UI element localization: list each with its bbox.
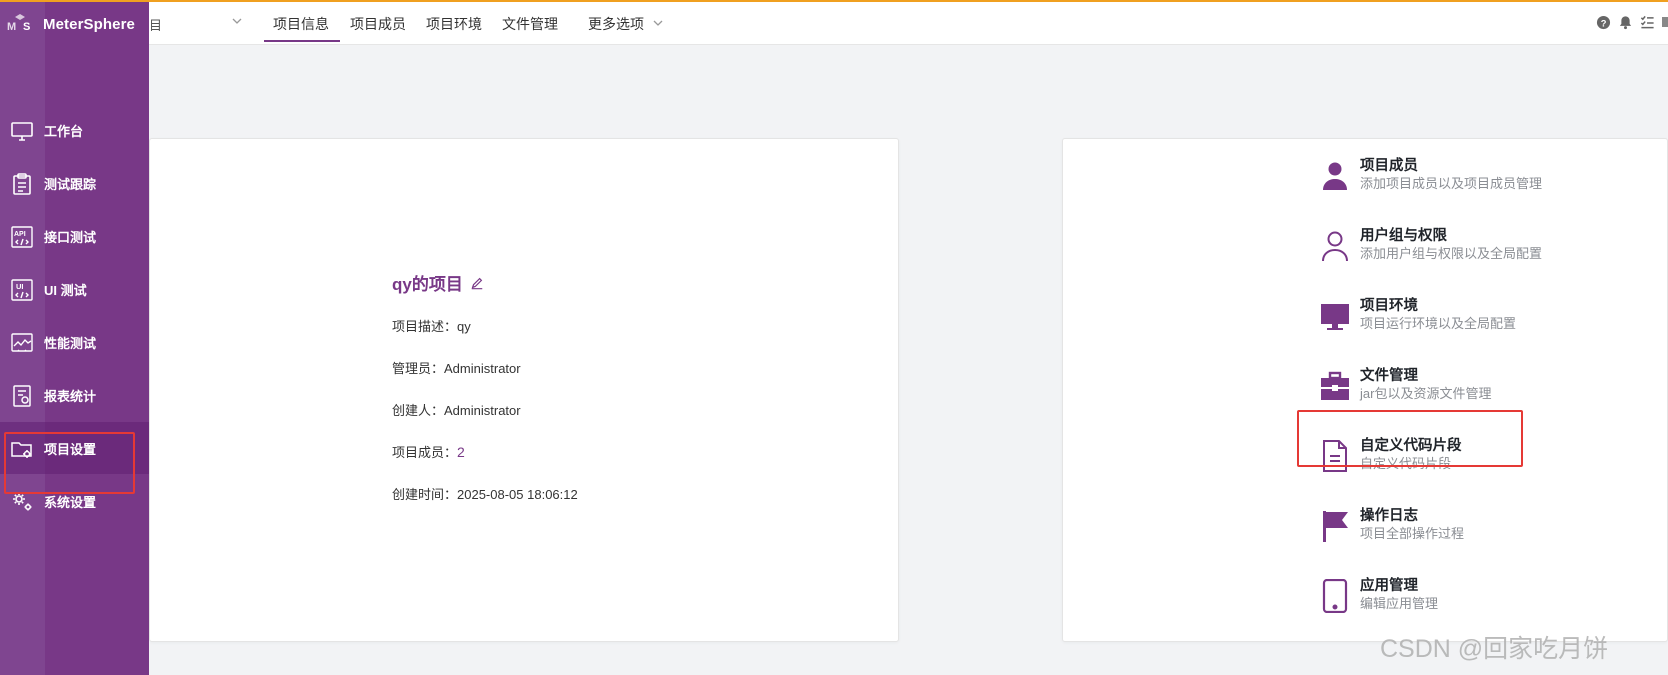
svg-text:M: M — [7, 21, 16, 33]
chevron-down-icon — [653, 20, 663, 26]
svg-text:?: ? — [1601, 18, 1607, 28]
svg-text:API: API — [14, 231, 26, 238]
report-icon — [13, 385, 31, 407]
menu-item-desc: 添加用户组与权限以及全局配置 — [1360, 246, 1543, 261]
monitor-icon — [1321, 304, 1349, 330]
gears-icon — [13, 493, 32, 511]
sidebar-item-system-settings[interactable]: 系统设置 — [0, 475, 149, 527]
top-navigation-bar: 目 项目信息 项目成员 项目环境 文件管理 更多选项 ? — [149, 2, 1668, 45]
task-list-icon[interactable] — [1640, 15, 1655, 30]
project-created-time-row: 创建时间：2025-08-05 18:06:12 — [392, 484, 578, 503]
project-select[interactable]: 目 — [149, 12, 247, 34]
project-info-card — [149, 138, 899, 642]
watermark: CSDN @回家吃月饼 — [1380, 635, 1609, 663]
creator-label: 创建人： — [392, 403, 445, 418]
menu-item-project-members[interactable]: 项目成员 添加项目成员以及项目成员管理 — [1320, 153, 1550, 203]
project-creator-row: 创建人：Administrator — [392, 400, 521, 419]
menu-item-title: 文件管理 — [1360, 368, 1418, 384]
user-menu-edge[interactable] — [1662, 15, 1668, 30]
top-right-icons: ? — [1596, 15, 1668, 30]
help-icon[interactable]: ? — [1596, 15, 1611, 30]
sidebar-item-api-test[interactable]: API 接口测试 — [0, 210, 149, 262]
menu-item-file-management[interactable]: 文件管理 jar包以及资源文件管理 — [1320, 363, 1550, 413]
tab-file-management[interactable]: 文件管理 — [502, 14, 558, 34]
admin-value: Administrator — [444, 361, 521, 376]
metersphere-logo-icon: M S — [7, 14, 30, 33]
svg-text:S: S — [23, 21, 30, 33]
performance-chart-icon — [11, 333, 33, 352]
document-icon — [1323, 440, 1347, 472]
active-tab-underline — [264, 40, 340, 42]
menu-item-title: 项目环境 — [1360, 298, 1418, 314]
tab-more-options[interactable]: 更多选项 — [588, 14, 644, 34]
admin-label: 管理员： — [392, 361, 445, 376]
project-title: qy的项目 — [392, 270, 484, 295]
menu-item-title: 用户组与权限 — [1360, 228, 1447, 244]
sidebar-item-label: 性能测试 — [44, 336, 97, 351]
user-outline-icon — [1322, 231, 1348, 262]
project-description-row: 项目描述：qy — [392, 316, 471, 335]
sidebar-item-test-track[interactable]: 测试跟踪 — [0, 157, 149, 209]
api-icon: API — [11, 226, 33, 248]
sidebar-item-performance-test[interactable]: 性能测试 — [0, 316, 149, 368]
tab-project-environment[interactable]: 项目环境 — [426, 14, 482, 34]
folder-gear-icon — [11, 442, 32, 458]
menu-item-title: 项目成员 — [1360, 158, 1418, 174]
flag-icon — [1323, 511, 1348, 542]
menu-item-desc: 项目运行环境以及全局配置 — [1360, 316, 1517, 331]
sidebar-item-label: 测试跟踪 — [44, 177, 97, 192]
menu-item-desc: jar包以及资源文件管理 — [1360, 386, 1492, 401]
bell-icon[interactable] — [1618, 15, 1633, 30]
edit-icon[interactable] — [470, 276, 484, 290]
sidebar-item-label: UI 测试 — [44, 283, 87, 298]
sidebar-item-label: 项目设置 — [44, 442, 97, 457]
project-name: qy的项目 — [392, 275, 463, 294]
members-count-link[interactable]: 2 — [457, 444, 465, 460]
menu-item-title: 操作日志 — [1360, 508, 1418, 524]
menu-item-desc: 添加项目成员以及项目成员管理 — [1360, 176, 1543, 191]
sidebar: M S MeterSphere 工作台 测试跟踪 API 接口测试 UI UI — [0, 0, 149, 675]
ui-test-icon: UI — [11, 279, 33, 301]
sidebar-item-label: 系统设置 — [44, 495, 97, 510]
created-time-label: 创建时间： — [392, 487, 458, 502]
menu-item-desc: 项目全部操作过程 — [1360, 526, 1465, 541]
created-time-value: 2025-08-05 18:06:12 — [457, 487, 578, 502]
project-admin-row: 管理员：Administrator — [392, 358, 521, 377]
sidebar-item-label: 工作台 — [44, 124, 84, 139]
tab-project-info[interactable]: 项目信息 — [273, 14, 329, 34]
logo[interactable]: M S MeterSphere — [6, 12, 135, 36]
tab-project-members[interactable]: 项目成员 — [350, 14, 406, 34]
accent-line — [0, 0, 1668, 2]
menu-item-title: 自定义代码片段 — [1360, 438, 1462, 454]
sidebar-item-reports[interactable]: 报表统计 — [0, 369, 149, 421]
project-select-value: 目 — [149, 18, 163, 33]
sidebar-item-project-settings[interactable]: 项目设置 — [0, 422, 149, 474]
logo-text: MeterSphere — [43, 15, 135, 33]
briefcase-icon — [1321, 371, 1349, 400]
menu-item-desc: 自定义代码片段 — [1360, 456, 1452, 471]
creator-value: Administrator — [444, 403, 521, 418]
description-label: 项目描述： — [392, 319, 458, 334]
svg-text:UI: UI — [16, 282, 24, 291]
user-icon — [1323, 162, 1347, 190]
monitor-icon — [11, 122, 33, 141]
sidebar-item-workbench[interactable]: 工作台 — [0, 104, 149, 156]
sidebar-item-ui-test[interactable]: UI UI 测试 — [0, 263, 149, 315]
sidebar-item-label: 报表统计 — [44, 389, 97, 404]
menu-item-desc: 编辑应用管理 — [1360, 596, 1439, 611]
menu-item-user-groups[interactable]: 用户组与权限 添加用户组与权限以及全局配置 — [1320, 223, 1550, 273]
menu-item-project-environment[interactable]: 项目环境 项目运行环境以及全局配置 — [1320, 293, 1550, 343]
menu-item-title: 应用管理 — [1360, 578, 1418, 594]
menu-item-custom-code-snippets[interactable]: 自定义代码片段 自定义代码片段 — [1320, 433, 1550, 483]
menu-item-operation-log[interactable]: 操作日志 项目全部操作过程 — [1320, 503, 1550, 553]
clipboard-icon — [13, 173, 31, 195]
menu-item-app-management[interactable]: 应用管理 编辑应用管理 — [1320, 573, 1550, 623]
chevron-down-icon — [232, 18, 242, 24]
tablet-icon — [1322, 579, 1348, 613]
description-value: qy — [457, 319, 471, 334]
project-members-row: 项目成员：2 — [392, 442, 465, 461]
sidebar-item-label: 接口测试 — [44, 230, 97, 245]
members-label: 项目成员： — [392, 445, 458, 460]
